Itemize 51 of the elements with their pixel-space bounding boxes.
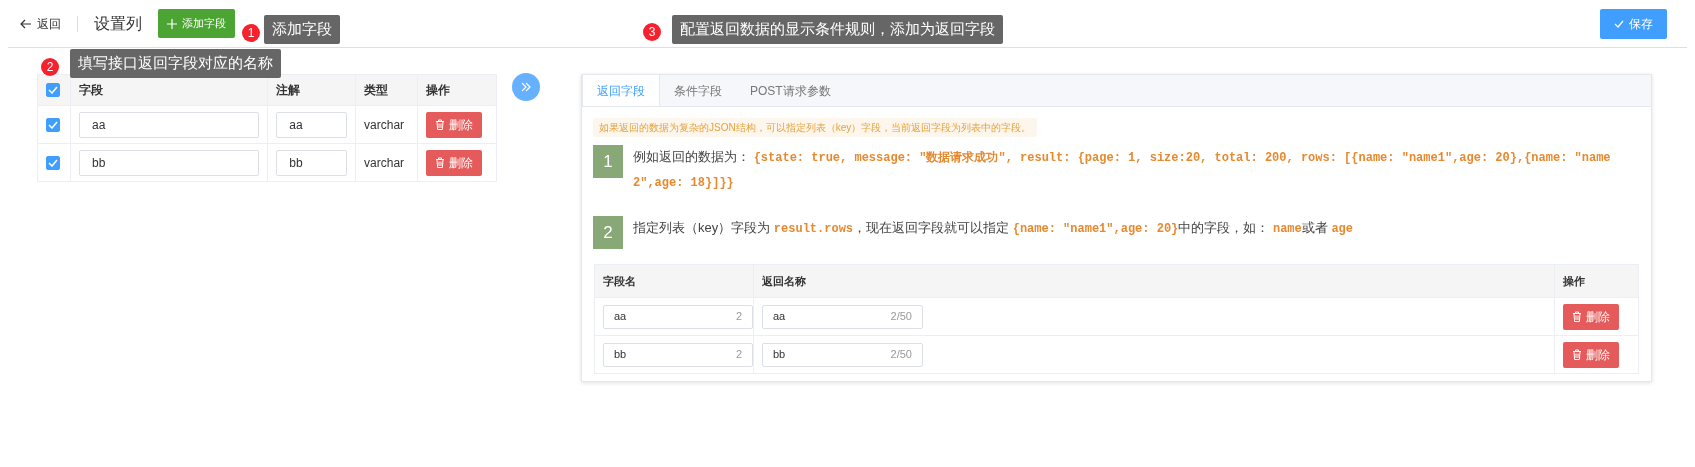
number-badge: 3: [643, 23, 661, 41]
checkbox[interactable]: [46, 117, 60, 132]
field-input[interactable]: bb: [79, 149, 260, 176]
check-icon: [48, 86, 58, 94]
expand-button[interactable]: [512, 73, 540, 101]
tooltip: 填写接口返回字段对应的名称: [70, 49, 281, 78]
column-header: 注解: [276, 83, 301, 97]
type-text: varchar: [364, 117, 405, 132]
step-number: 2: [593, 216, 623, 250]
number-badge: 2: [41, 58, 59, 76]
tab[interactable]: 条件字段: [660, 75, 736, 106]
step-number: 1: [593, 145, 623, 178]
double-chevron-icon: [521, 82, 531, 92]
tab[interactable]: POST请求参数: [736, 75, 845, 106]
trash-icon: [1572, 349, 1583, 361]
field-name-input[interactable]: bb 2: [603, 342, 753, 367]
check-icon: [48, 120, 58, 129]
check-icon: [1614, 19, 1624, 28]
trash-icon: [435, 119, 446, 130]
delete-button[interactable]: 删除: [1563, 303, 1620, 330]
page-title: 设置列: [94, 13, 142, 34]
column-header: 操作: [1563, 274, 1586, 287]
notice-text: 如果返回的数据为复杂的JSON结构，可以指定列表（key）字段，当前返回字段为列表中的字段。: [593, 118, 1038, 137]
step-text: 例如返回的数据为： {state: true, message: "数据请求成功", result: {page: 1, size:20, total: 200, rows: [{name: "name1",age: 20},{name: "name2",age: 18}]}}: [633, 148, 1612, 192]
trash-icon: [1572, 311, 1583, 323]
back-arrow-icon: [20, 18, 32, 29]
column-header: 操作: [426, 83, 451, 97]
plus-icon: [167, 18, 177, 29]
column-header: 字段: [79, 83, 103, 97]
step-text: 指定列表（key）字段为 result.rows，现在返回字段就可以指定 {name: "name1",age: 20}中的字段，如： name或者 age: [633, 219, 1353, 239]
return-name-input[interactable]: aa 2/50: [762, 304, 923, 329]
checkbox[interactable]: [46, 83, 60, 97]
return-name-input[interactable]: bb 2/50: [762, 342, 923, 367]
delete-button[interactable]: 删除: [426, 149, 483, 176]
comment-input[interactable]: bb: [276, 149, 348, 176]
delete-button[interactable]: 删除: [426, 111, 483, 138]
tooltip: 配置返回数据的显示条件规则，添加为返回字段: [672, 15, 1003, 44]
comment-input[interactable]: aa: [276, 111, 348, 138]
checkbox[interactable]: [46, 155, 60, 170]
check-icon: [48, 158, 58, 167]
type-text: varchar: [364, 155, 405, 170]
column-header: 返回名称: [762, 274, 806, 287]
delete-button[interactable]: 删除: [1563, 341, 1620, 368]
number-badge: 1: [242, 24, 260, 42]
trash-icon: [435, 157, 446, 168]
column-header: 字段名: [603, 274, 636, 287]
field-name-input[interactable]: aa 2: [603, 304, 753, 329]
column-header: 类型: [364, 83, 389, 97]
tooltip: 添加字段: [264, 15, 340, 44]
back-link[interactable]: 返回: [20, 14, 61, 33]
field-input[interactable]: aa: [79, 111, 260, 138]
